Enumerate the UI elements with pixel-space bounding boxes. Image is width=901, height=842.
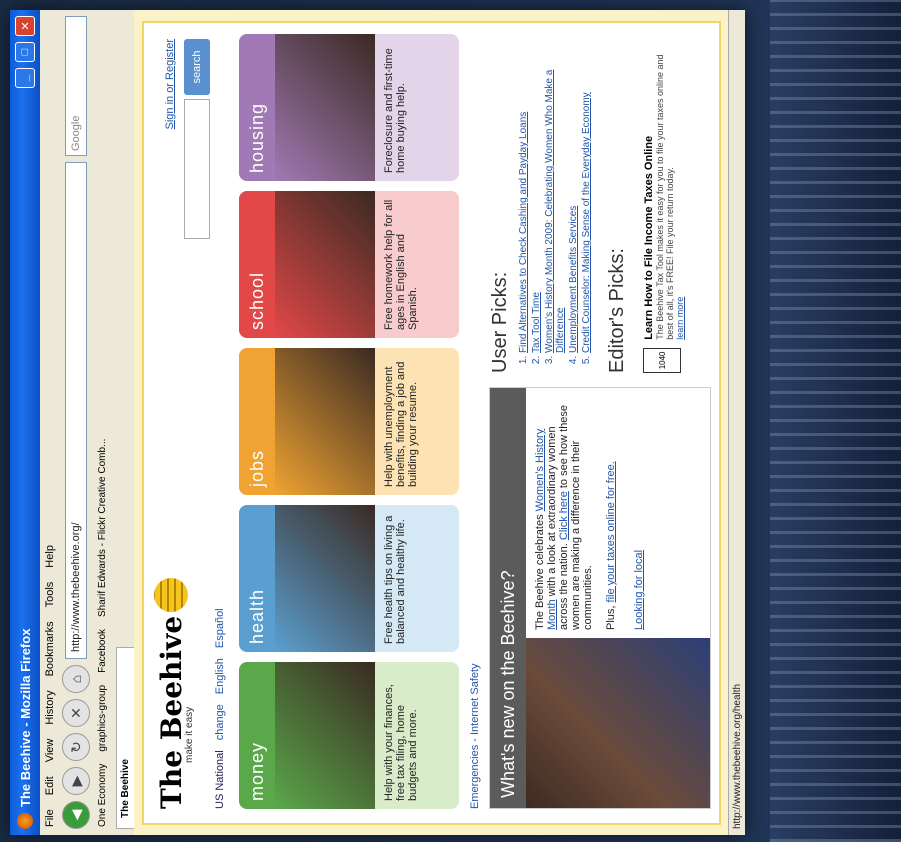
bookmark-item[interactable]: One Economy [97, 764, 108, 827]
editors-pick-item: 1040 Learn How to File Income Taxes Onli… [643, 43, 685, 373]
news-text-part: Plus, [605, 605, 617, 630]
news-panel: What's new on the Beehive? The Beehive c… [489, 387, 711, 809]
site-search-input[interactable] [184, 99, 210, 239]
menu-history[interactable]: History [44, 690, 56, 724]
beehive-icon [154, 577, 188, 612]
card-description: Free health tips on living a balanced an… [383, 515, 407, 644]
menu-edit[interactable]: Edit [44, 776, 56, 795]
news-text: The Beehive celebrates Women's History M… [526, 388, 710, 638]
quick-links: Emergencies - Internet Safety [469, 663, 481, 809]
english-link[interactable]: English [214, 658, 226, 694]
card-description: Help with unemployment benefits, finding… [383, 361, 419, 487]
card-photo [275, 191, 375, 338]
national-label: US National [214, 750, 226, 809]
card-photo [275, 662, 375, 809]
picks-panel: User Picks: Find Alternatives to Check C… [489, 43, 709, 373]
learn-more-link[interactable]: learn more [675, 43, 685, 340]
browser-window: The Beehive - Mozilla Firefox _ □ ✕ File… [10, 10, 745, 835]
menu-bar: File Edit View History Bookmarks Tools H… [40, 10, 60, 835]
category-cards: money Help with your finances, free tax f… [239, 34, 459, 809]
user-pick-item[interactable]: Women's History Month 2009: Celebrating … [544, 43, 566, 353]
tagline: make it easy [184, 706, 195, 763]
user-pick-item[interactable]: Unemployment Benefits Services [568, 43, 579, 353]
news-photo [526, 638, 710, 808]
internet-safety-link[interactable]: Internet Safety [469, 663, 481, 735]
bookmarks-bar: One Economy graphics-group Facebook Shar… [92, 10, 112, 835]
top-links: US National change English Español [214, 608, 226, 809]
file-taxes-link[interactable]: file your taxes online for free. [605, 461, 617, 602]
menu-view[interactable]: View [44, 739, 56, 763]
card-2[interactable]: jobs Help with unemployment benefits, fin… [239, 348, 459, 495]
card-title: school [239, 191, 275, 338]
card-title: health [239, 505, 275, 652]
quick-links-separator: - [469, 738, 481, 742]
editors-pick-title[interactable]: Learn How to File Income Taxes Online [643, 43, 655, 340]
card-photo [275, 34, 375, 181]
click-here-link[interactable]: Click here [558, 491, 570, 540]
tab-strip: The Beehive [112, 10, 134, 835]
card-1[interactable]: health Free health tips on living a balan… [239, 505, 459, 652]
card-4[interactable]: housing Foreclosure and first-time home b… [239, 34, 459, 181]
site-search-button[interactable]: search [184, 39, 210, 95]
minimize-button[interactable]: _ [15, 68, 35, 88]
reload-button[interactable]: ↻ [62, 733, 90, 761]
url-bar[interactable]: http://www.thebeehive.org/ [65, 162, 87, 659]
local-link[interactable]: Looking for local [633, 396, 645, 630]
card-description: Free homework help for all ages in Engli… [383, 199, 419, 330]
user-pick-item[interactable]: Credit Counselor: Making Sense of the Ev… [581, 43, 592, 353]
menu-bookmarks[interactable]: Bookmarks [44, 621, 56, 676]
stop-button[interactable]: ✕ [62, 699, 90, 727]
card-description: Help with your finances, free tax filing… [383, 684, 419, 801]
editors-pick-text: The Beehive Tax Tool makes it easy for y… [655, 54, 675, 340]
tax-form-icon: 1040 [643, 347, 681, 373]
title-bar: The Beehive - Mozilla Firefox _ □ ✕ [10, 10, 40, 835]
card-0[interactable]: money Help with your finances, free tax f… [239, 662, 459, 809]
nav-toolbar: ◀ ▶ ↻ ✕ ⌂ http://www.thebeehive.org/ Goo… [60, 10, 92, 835]
maximize-button[interactable]: □ [15, 42, 35, 62]
menu-tools[interactable]: Tools [44, 582, 56, 608]
card-3[interactable]: school Free homework help for all ages in… [239, 191, 459, 338]
home-button[interactable]: ⌂ [62, 665, 90, 693]
window-reflection [770, 0, 901, 842]
forward-button[interactable]: ▶ [62, 767, 90, 795]
card-title: money [239, 662, 275, 809]
card-photo [275, 348, 375, 495]
back-button[interactable]: ◀ [62, 801, 90, 829]
news-title: What's new on the Beehive? [490, 388, 526, 808]
logo-text: The Beehive [154, 615, 188, 809]
card-photo [275, 505, 375, 652]
bookmark-item[interactable]: Sharif Edwards - Flickr Creative Comb... [97, 439, 108, 617]
site-search: search [184, 39, 210, 239]
emergencies-link[interactable]: Emergencies [469, 745, 481, 809]
editors-picks-title: Editor's Picks: [606, 248, 628, 373]
tab-beehive[interactable]: The Beehive [116, 647, 134, 829]
user-picks-list: Find Alternatives to Check Cashing and P… [518, 43, 592, 373]
card-title: jobs [239, 348, 275, 495]
change-link[interactable]: change [214, 704, 226, 740]
card-description: Foreclosure and first-time home buying h… [383, 48, 407, 173]
bookmark-item[interactable]: graphics-group [97, 685, 108, 752]
user-pick-item[interactable]: Tax Tool Time [531, 43, 542, 353]
user-pick-item[interactable]: Find Alternatives to Check Cashing and P… [518, 43, 529, 353]
card-title: housing [239, 34, 275, 181]
menu-file[interactable]: File [44, 809, 56, 827]
page-viewport: The Beehive make it easy US National cha… [134, 10, 729, 835]
beehive-page: The Beehive make it easy US National cha… [142, 21, 721, 825]
user-picks-title: User Picks: [489, 271, 511, 373]
sign-in-link[interactable]: Sign in or Register [164, 39, 176, 130]
site-logo[interactable]: The Beehive [154, 577, 188, 809]
status-bar: http://www.thebeehive.org/health [728, 10, 745, 835]
window-title: The Beehive - Mozilla Firefox [17, 628, 33, 807]
menu-help[interactable]: Help [44, 545, 56, 568]
firefox-icon [17, 813, 33, 829]
bookmark-item[interactable]: Facebook [97, 629, 108, 673]
news-text-part: The Beehive celebrates [534, 514, 546, 630]
search-input[interactable]: Google [65, 16, 87, 156]
close-button[interactable]: ✕ [15, 16, 35, 36]
espanol-link[interactable]: Español [214, 608, 226, 648]
